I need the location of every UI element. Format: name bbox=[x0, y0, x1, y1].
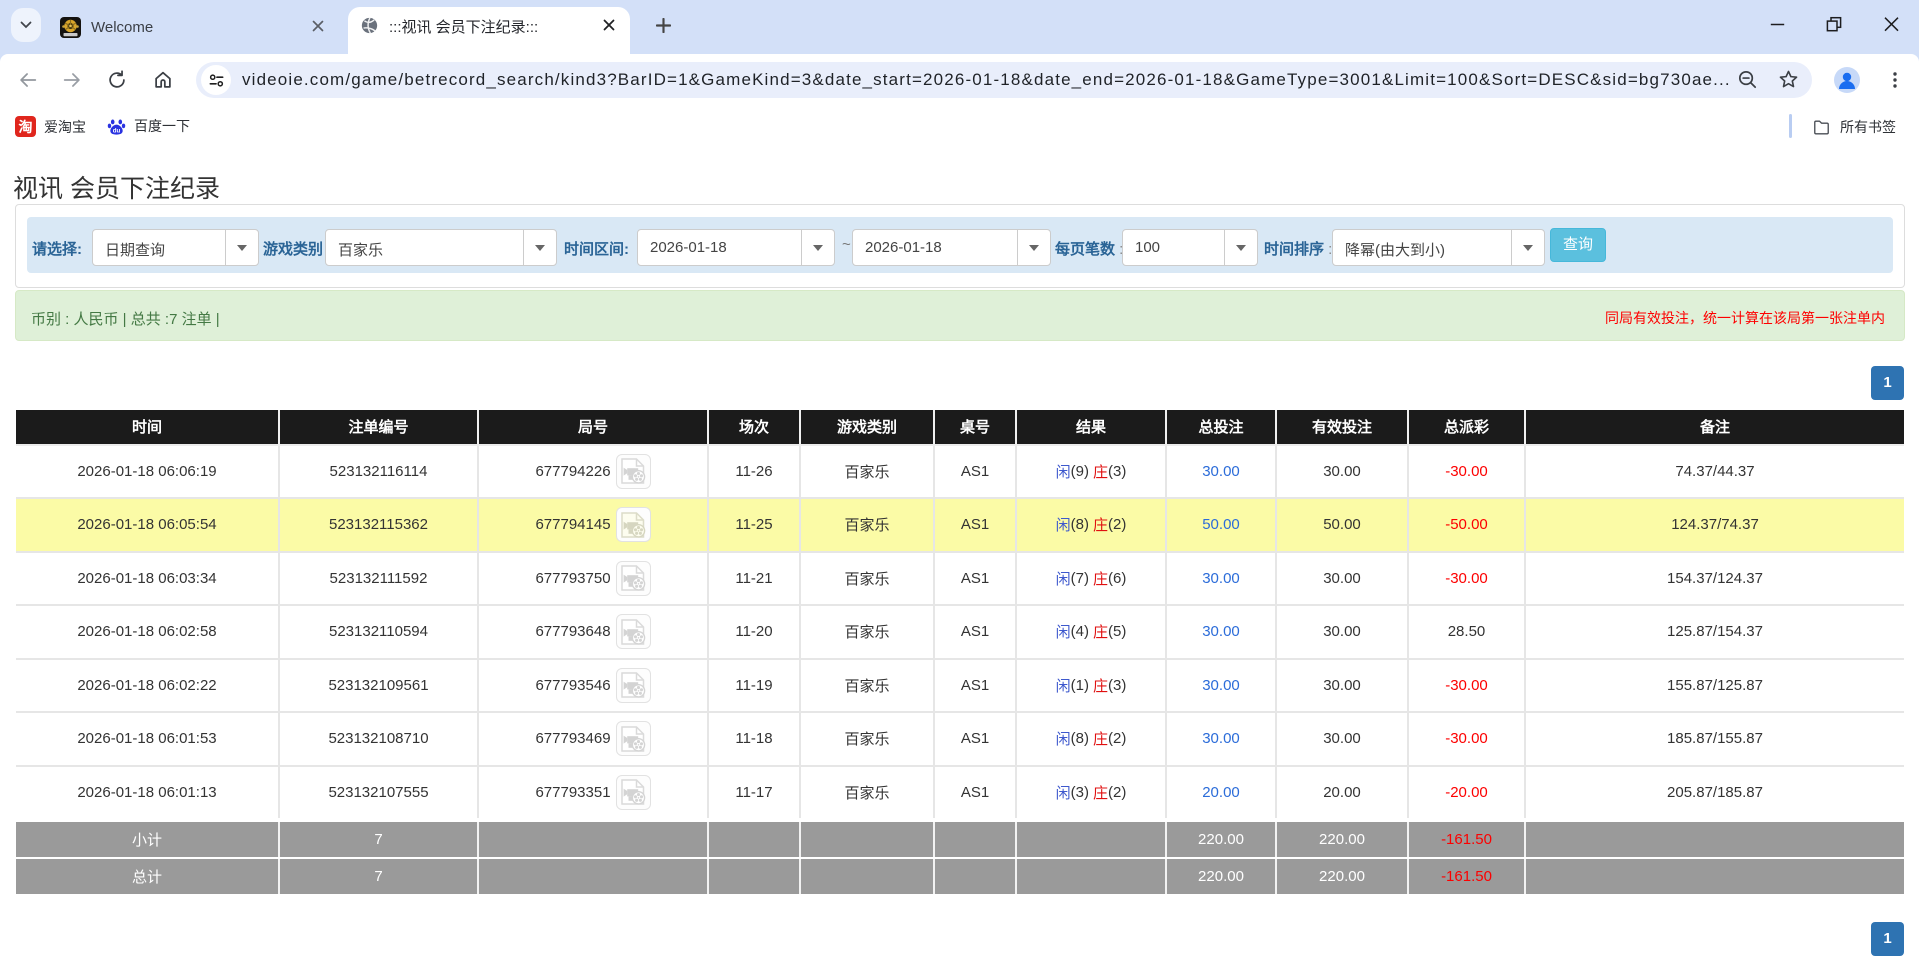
svg-text:du: du bbox=[113, 127, 121, 134]
